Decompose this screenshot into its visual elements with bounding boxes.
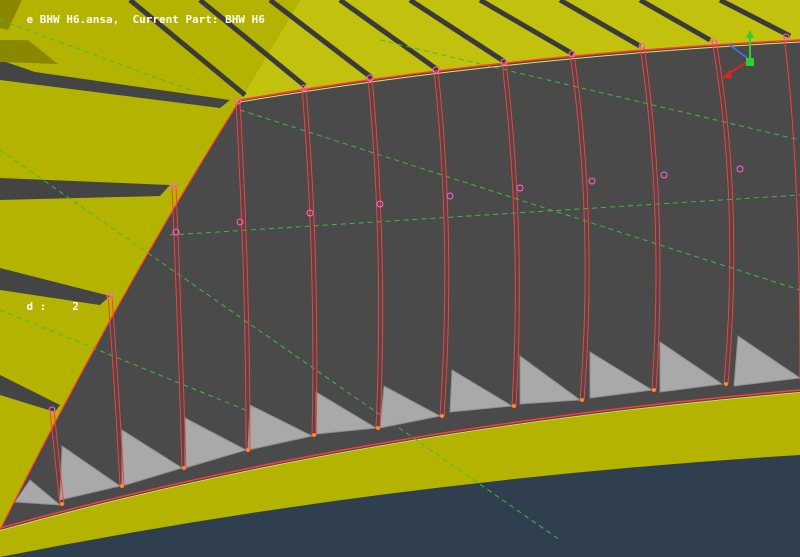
readout-label: d :	[26, 300, 47, 313]
current-file-and-part: e BHW H6.ansa, Current Part: BHW H6	[26, 13, 265, 26]
readout-value: 2	[72, 300, 79, 313]
side-readout: d : 2	[0, 289, 80, 325]
3d-viewport[interactable]: e BHW H6.ansa, Current Part: BHW H6 d : 2	[0, 0, 800, 557]
triad-origin	[746, 58, 754, 66]
viewport-title: e BHW H6.ansa, Current Part: BHW H6	[0, 2, 265, 38]
model-scene[interactable]	[0, 0, 800, 557]
